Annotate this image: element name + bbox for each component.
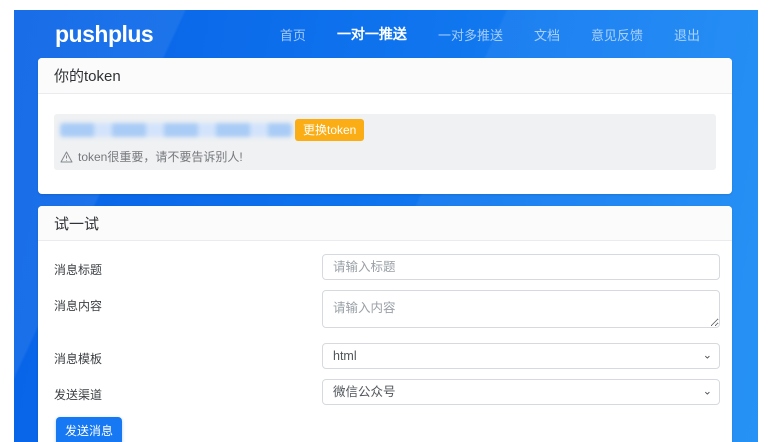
token-card-title: 你的token xyxy=(54,68,121,85)
token-box: 更换token token很重要，请不要告诉别人! xyxy=(54,114,716,170)
form-row-message-content: 消息内容 xyxy=(54,290,720,333)
send-channel-wrap: 微信公众号 ⌄ xyxy=(322,379,720,405)
nav-item-docs[interactable]: 文档 xyxy=(534,25,560,44)
form-row-message-template: 消息模板 html ⌄ xyxy=(54,343,720,369)
try-card-body: 消息标题 消息内容 消息模板 html xyxy=(38,241,732,442)
main-nav: 首页 一对一推送 一对多推送 文档 意见反馈 退出 xyxy=(280,24,758,44)
form-row-message-title: 消息标题 xyxy=(54,254,720,280)
send-message-button[interactable]: 发送消息 xyxy=(56,417,122,442)
try-card: 试一试 消息标题 消息内容 消息模板 xyxy=(38,206,732,442)
token-warning-text: token很重要，请不要告诉别人! xyxy=(78,148,243,165)
message-template-select[interactable]: html xyxy=(322,343,720,369)
app-background: pushplus 首页 一对一推送 一对多推送 文档 意见反馈 退出 你的tok… xyxy=(14,10,758,442)
nav-item-one-to-many-push[interactable]: 一对多推送 xyxy=(438,25,503,44)
page-content: 你的token 更换token xyxy=(14,58,758,442)
nav-item-one-to-one-push[interactable]: 一对一推送 xyxy=(337,24,407,44)
token-warning-row: token很重要，请不要告诉别人! xyxy=(60,148,708,165)
warning-triangle-icon xyxy=(60,151,73,163)
token-card-body: 更换token token很重要，请不要告诉别人! xyxy=(38,94,732,194)
form-row-send-channel: 发送渠道 微信公众号 ⌄ xyxy=(54,379,720,405)
token-card: 你的token 更换token xyxy=(38,58,732,194)
message-template-label: 消息模板 xyxy=(54,343,322,369)
send-channel-label: 发送渠道 xyxy=(54,379,322,405)
top-navigation-bar: pushplus 首页 一对一推送 一对多推送 文档 意见反馈 退出 xyxy=(14,10,758,58)
message-title-wrap xyxy=(322,254,720,280)
token-value-redacted xyxy=(60,123,292,137)
change-token-button[interactable]: 更换token xyxy=(295,119,364,141)
try-card-header: 试一试 xyxy=(38,206,732,241)
token-row: 更换token xyxy=(60,119,708,141)
nav-item-home[interactable]: 首页 xyxy=(280,25,306,44)
message-title-label: 消息标题 xyxy=(54,254,322,280)
message-content-label: 消息内容 xyxy=(54,290,322,333)
try-card-title: 试一试 xyxy=(54,216,99,233)
send-channel-select[interactable]: 微信公众号 xyxy=(322,379,720,405)
brand-logo[interactable]: pushplus xyxy=(55,21,153,48)
message-title-input[interactable] xyxy=(322,254,720,280)
nav-item-logout[interactable]: 退出 xyxy=(674,25,700,44)
message-content-wrap xyxy=(322,290,720,333)
nav-item-feedback[interactable]: 意见反馈 xyxy=(591,25,643,44)
message-content-textarea[interactable] xyxy=(322,290,720,328)
token-card-header: 你的token xyxy=(38,58,732,94)
message-template-wrap: html ⌄ xyxy=(322,343,720,369)
